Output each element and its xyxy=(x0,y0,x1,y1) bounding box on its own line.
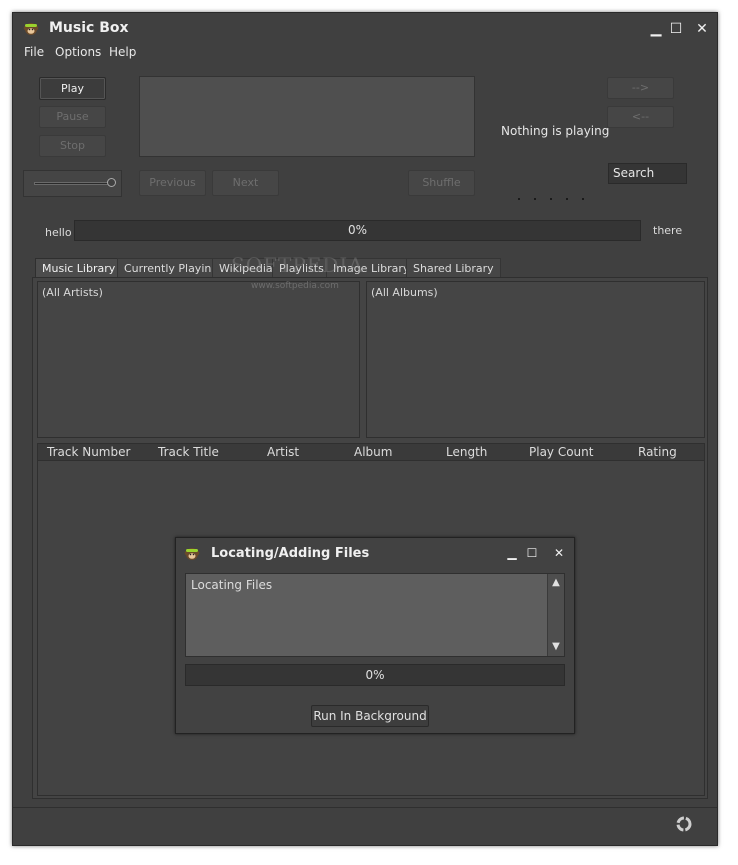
minimize-icon[interactable]: ▁ xyxy=(645,18,667,40)
column-header-track-title[interactable]: Track Title xyxy=(158,445,219,459)
next-button[interactable]: Next xyxy=(212,170,279,196)
scroll-down-icon[interactable]: ▼ xyxy=(548,639,564,655)
menu-options[interactable]: Options xyxy=(55,45,101,59)
forward-button[interactable]: --> xyxy=(607,77,674,99)
tab-music-library[interactable]: Music Library xyxy=(35,258,123,278)
column-header-length[interactable]: Length xyxy=(446,445,487,459)
column-header-track-number[interactable]: Track Number xyxy=(47,445,130,459)
window-title: Music Box xyxy=(49,20,129,36)
column-header-play-count[interactable]: Play Count xyxy=(529,445,593,459)
tab-currently-playing[interactable]: Currently Playing xyxy=(117,258,226,278)
dialog-close-icon[interactable]: ✕ xyxy=(548,542,570,564)
table-header: Track Number Track Title Artist Album Le… xyxy=(38,444,704,461)
shuffle-button[interactable]: Shuffle xyxy=(408,170,475,196)
close-icon[interactable]: ✕ xyxy=(691,18,713,40)
menu-file[interactable]: File xyxy=(24,45,44,59)
play-button[interactable]: Play xyxy=(39,77,106,100)
volume-track xyxy=(34,182,111,185)
dialog-scrollbar[interactable]: ▲ ▼ xyxy=(547,574,564,656)
dialog-message-box[interactable]: Locating Files ▲ ▼ xyxy=(185,573,565,657)
menu-help[interactable]: Help xyxy=(109,45,136,59)
monkey-app-icon xyxy=(23,23,39,35)
previous-button[interactable]: Previous xyxy=(139,170,206,196)
dialog-title: Locating/Adding Files xyxy=(211,546,370,561)
locating-files-dialog: Locating/Adding Files ▁ ☐ ✕ Locating Fil… xyxy=(175,537,575,734)
column-header-artist[interactable]: Artist xyxy=(267,445,299,459)
scroll-up-icon[interactable]: ▲ xyxy=(548,575,564,591)
list-item[interactable]: (All Albums) xyxy=(371,286,700,299)
artists-list[interactable]: (All Artists) xyxy=(37,281,360,438)
main-window: Music Box ▁ ☐ ✕ File Options Help Play P… xyxy=(12,12,718,846)
rating-dot[interactable] xyxy=(518,198,520,200)
position-progress-bar[interactable]: 0% xyxy=(74,220,641,241)
column-header-album[interactable]: Album xyxy=(354,445,392,459)
watermark-url: www.softpedia.com xyxy=(251,281,339,291)
tab-shared-library[interactable]: Shared Library xyxy=(406,258,501,278)
column-header-rating[interactable]: Rating xyxy=(638,445,677,459)
dialog-maximize-icon[interactable]: ☐ xyxy=(521,542,543,564)
stop-button[interactable]: Stop xyxy=(39,135,106,157)
monkey-app-icon xyxy=(184,548,200,560)
position-progress-text: 0% xyxy=(347,223,368,237)
pause-button[interactable]: Pause xyxy=(39,106,106,128)
search-input[interactable]: Search xyxy=(608,163,687,184)
albums-list[interactable]: (All Albums) xyxy=(366,281,705,438)
watermark-brand: SOFTPEDIA xyxy=(231,253,364,277)
volume-slider[interactable] xyxy=(23,170,122,197)
rating-dot[interactable] xyxy=(582,198,584,200)
maximize-icon[interactable]: ☐ xyxy=(665,18,687,40)
title-bar[interactable]: Music Box ▁ ☐ ✕ xyxy=(13,13,717,45)
rating-dot[interactable] xyxy=(534,198,536,200)
dialog-minimize-icon[interactable]: ▁ xyxy=(501,542,523,564)
now-playing-label: Nothing is playing xyxy=(501,124,610,138)
rating-dot[interactable] xyxy=(550,198,552,200)
volume-handle[interactable] xyxy=(107,178,116,187)
dialog-progress-bar: 0% xyxy=(185,664,565,686)
remaining-label: there xyxy=(653,224,683,237)
loading-spinner-icon xyxy=(676,816,692,832)
track-info-display xyxy=(139,76,475,157)
run-in-background-button[interactable]: Run In Background xyxy=(311,705,429,727)
elapsed-label: hello xyxy=(45,226,72,239)
status-bar-divider xyxy=(13,807,717,808)
rating-dot[interactable] xyxy=(566,198,568,200)
back-button[interactable]: <-- xyxy=(607,106,674,128)
dialog-progress-text: 0% xyxy=(365,668,385,682)
dialog-message: Locating Files xyxy=(191,578,273,592)
